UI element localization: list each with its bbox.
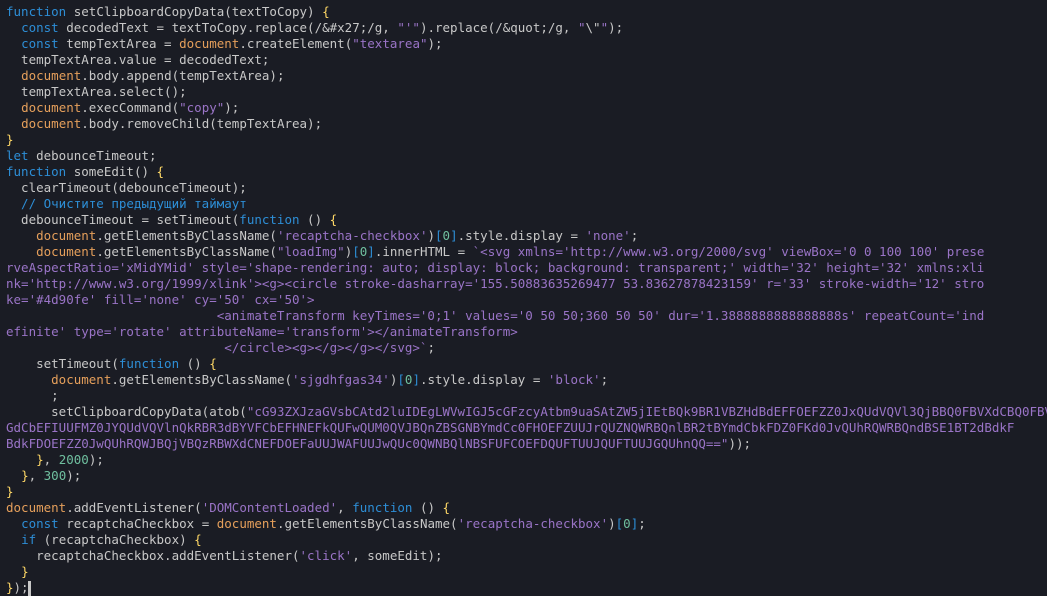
comment-line: // Очистите предыдущий таймаут [6,196,247,211]
text-cursor [29,582,30,595]
kw-function: function [6,4,66,19]
fn-name: setClipboardCopyData [74,4,225,19]
code-editor[interactable]: function setClipboardCopyData(textToCopy… [0,0,1047,596]
